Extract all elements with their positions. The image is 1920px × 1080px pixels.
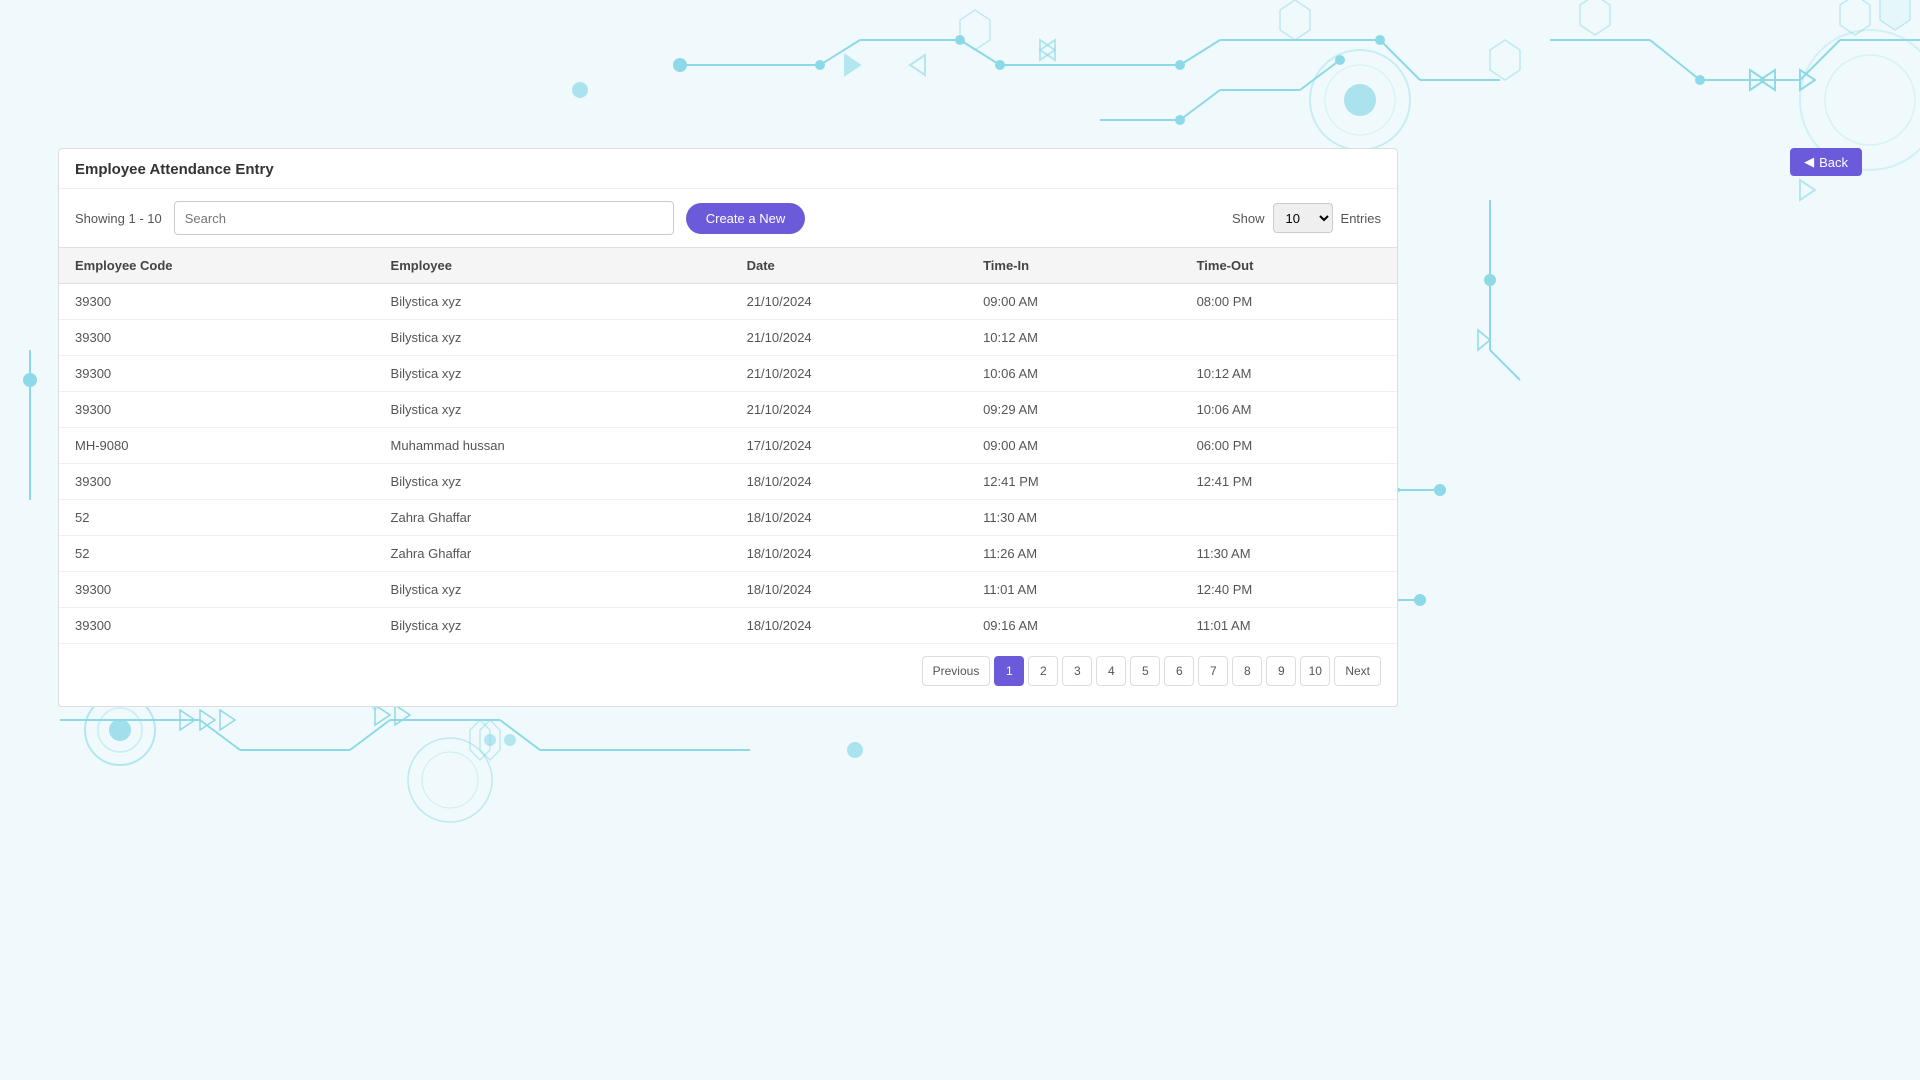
page-btn-3[interactable]: 3 [1062, 656, 1092, 686]
cell-employee: Bilystica xyz [375, 608, 731, 644]
cell-date: 18/10/2024 [731, 572, 967, 608]
table-row: MH-9080 Muhammad hussan 17/10/2024 09:00… [59, 428, 1397, 464]
toolbar-right: Show 10 25 50 100 Entries [1232, 203, 1381, 233]
page-btn-8[interactable]: 8 [1232, 656, 1262, 686]
col-time-out: Time-Out [1181, 248, 1397, 284]
cell-date: 18/10/2024 [731, 536, 967, 572]
cell-employee: Muhammad hussan [375, 428, 731, 464]
cell-emp-code: 39300 [59, 320, 375, 356]
cell-emp-code: 52 [59, 500, 375, 536]
prev-button[interactable]: Previous [922, 656, 991, 686]
back-label: Back [1819, 155, 1848, 170]
col-date: Date [731, 248, 967, 284]
cell-emp-code: 39300 [59, 608, 375, 644]
cell-employee: Bilystica xyz [375, 284, 731, 320]
main-panel: Employee Attendance Entry Showing 1 - 10… [58, 148, 1398, 707]
cell-time-out: 12:41 PM [1181, 464, 1397, 500]
cell-time-out: 12:40 PM [1181, 572, 1397, 608]
table-row: 39300 Bilystica xyz 18/10/2024 09:16 AM … [59, 608, 1397, 644]
cell-date: 21/10/2024 [731, 356, 967, 392]
cell-date: 18/10/2024 [731, 464, 967, 500]
cell-emp-code: 39300 [59, 356, 375, 392]
next-button[interactable]: Next [1334, 656, 1381, 686]
attendance-table: Employee Code Employee Date Time-In Time… [59, 247, 1397, 644]
cell-employee: Zahra Ghaffar [375, 536, 731, 572]
page-btn-9[interactable]: 9 [1266, 656, 1296, 686]
cell-emp-code: 39300 [59, 572, 375, 608]
cell-time-in: 09:16 AM [967, 608, 1181, 644]
cell-emp-code: MH-9080 [59, 428, 375, 464]
back-icon: ◀ [1804, 154, 1814, 170]
table-row: 39300 Bilystica xyz 18/10/2024 11:01 AM … [59, 572, 1397, 608]
col-employee: Employee [375, 248, 731, 284]
table-row: 39300 Bilystica xyz 21/10/2024 10:06 AM … [59, 356, 1397, 392]
cell-time-out: 11:30 AM [1181, 536, 1397, 572]
cell-time-out: 10:12 AM [1181, 356, 1397, 392]
cell-time-in: 10:12 AM [967, 320, 1181, 356]
cell-emp-code: 39300 [59, 464, 375, 500]
cell-time-out [1181, 500, 1397, 536]
cell-time-in: 12:41 PM [967, 464, 1181, 500]
cell-employee: Bilystica xyz [375, 392, 731, 428]
showing-text: Showing 1 - 10 [75, 211, 162, 226]
cell-time-out: 11:01 AM [1181, 608, 1397, 644]
cell-time-in: 11:26 AM [967, 536, 1181, 572]
cell-time-in: 10:06 AM [967, 356, 1181, 392]
table-header-row: Employee Code Employee Date Time-In Time… [59, 248, 1397, 284]
entries-select[interactable]: 10 25 50 100 [1273, 203, 1333, 233]
cell-time-out [1181, 320, 1397, 356]
cell-emp-code: 39300 [59, 284, 375, 320]
page-btn-6[interactable]: 6 [1164, 656, 1194, 686]
cell-time-in: 11:01 AM [967, 572, 1181, 608]
cell-date: 21/10/2024 [731, 284, 967, 320]
table-row: 39300 Bilystica xyz 18/10/2024 12:41 PM … [59, 464, 1397, 500]
show-label: Show [1232, 211, 1265, 226]
pagination: Previous 1 2 3 4 5 6 7 8 9 10 Next [59, 644, 1397, 686]
cell-employee: Bilystica xyz [375, 356, 731, 392]
toolbar-left: Showing 1 - 10 Create a New [75, 201, 805, 235]
cell-employee: Bilystica xyz [375, 572, 731, 608]
cell-time-in: 09:29 AM [967, 392, 1181, 428]
col-emp-code: Employee Code [59, 248, 375, 284]
page-btn-7[interactable]: 7 [1198, 656, 1228, 686]
back-button[interactable]: ◀ Back [1790, 148, 1862, 176]
cell-employee: Bilystica xyz [375, 464, 731, 500]
page-btn-1[interactable]: 1 [994, 656, 1024, 686]
cell-date: 18/10/2024 [731, 500, 967, 536]
col-time-in: Time-In [967, 248, 1181, 284]
cell-date: 21/10/2024 [731, 320, 967, 356]
cell-time-in: 09:00 AM [967, 428, 1181, 464]
cell-time-out: 06:00 PM [1181, 428, 1397, 464]
cell-employee: Bilystica xyz [375, 320, 731, 356]
table-row: 39300 Bilystica xyz 21/10/2024 10:12 AM [59, 320, 1397, 356]
toolbar: Showing 1 - 10 Create a New Show 10 25 5… [59, 189, 1397, 247]
page-btn-10[interactable]: 10 [1300, 656, 1330, 686]
cell-time-out: 10:06 AM [1181, 392, 1397, 428]
table-row: 39300 Bilystica xyz 21/10/2024 09:00 AM … [59, 284, 1397, 320]
cell-time-out: 08:00 PM [1181, 284, 1397, 320]
cell-date: 17/10/2024 [731, 428, 967, 464]
page-btn-2[interactable]: 2 [1028, 656, 1058, 686]
cell-employee: Zahra Ghaffar [375, 500, 731, 536]
cell-emp-code: 39300 [59, 392, 375, 428]
table-row: 52 Zahra Ghaffar 18/10/2024 11:30 AM [59, 500, 1397, 536]
cell-date: 21/10/2024 [731, 392, 967, 428]
panel-title: Employee Attendance Entry [59, 149, 1397, 189]
cell-date: 18/10/2024 [731, 608, 967, 644]
page-btn-5[interactable]: 5 [1130, 656, 1160, 686]
cell-time-in: 11:30 AM [967, 500, 1181, 536]
entries-label: Entries [1341, 211, 1381, 226]
search-input[interactable] [174, 201, 674, 235]
page-btn-4[interactable]: 4 [1096, 656, 1126, 686]
table-row: 52 Zahra Ghaffar 18/10/2024 11:26 AM 11:… [59, 536, 1397, 572]
table-row: 39300 Bilystica xyz 21/10/2024 09:29 AM … [59, 392, 1397, 428]
cell-emp-code: 52 [59, 536, 375, 572]
create-new-button[interactable]: Create a New [686, 203, 805, 234]
cell-time-in: 09:00 AM [967, 284, 1181, 320]
